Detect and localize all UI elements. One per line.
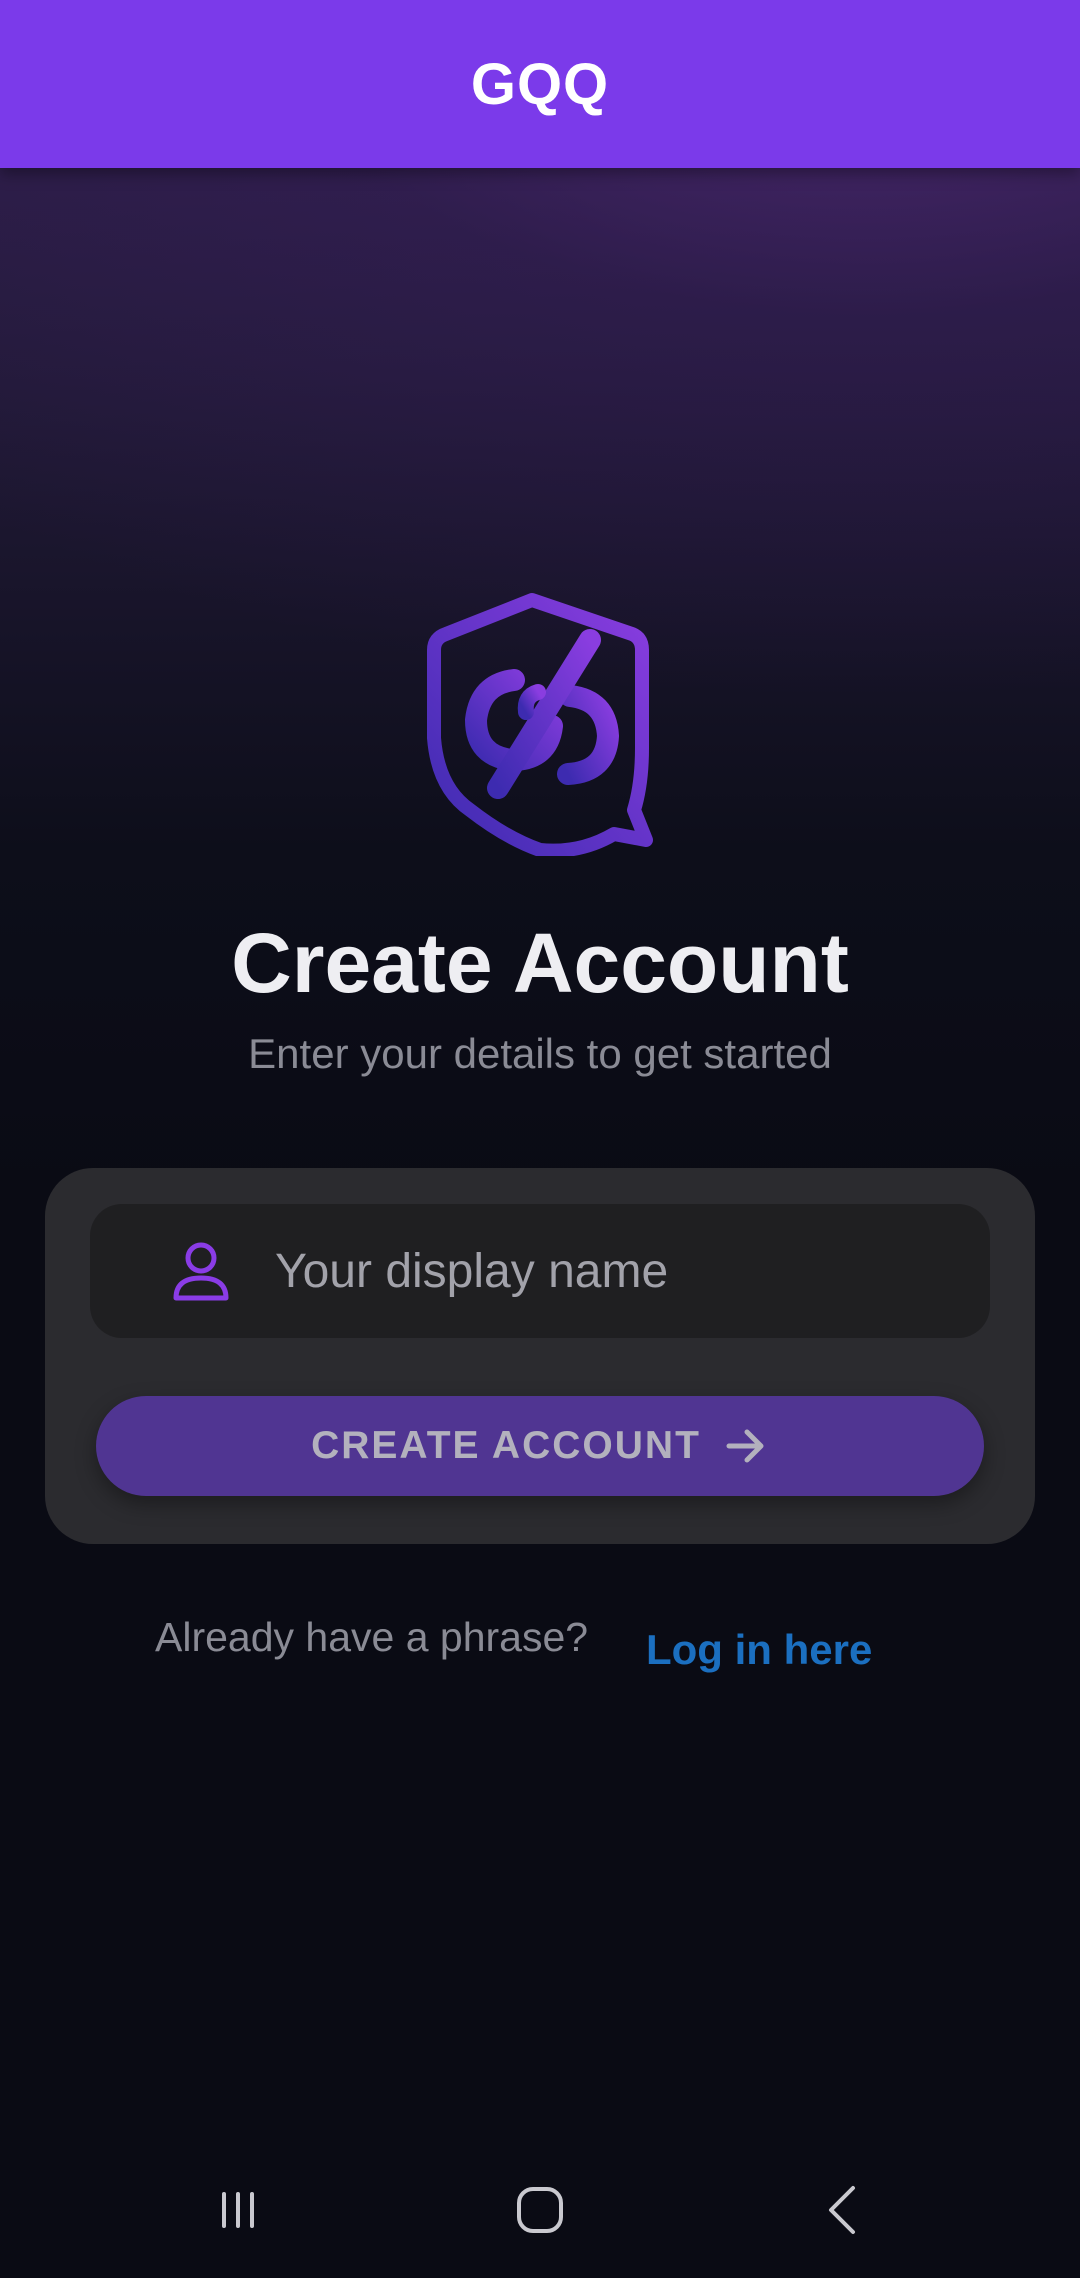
page-subtitle: Enter your details to get started <box>248 1030 832 1077</box>
recent-apps-icon <box>222 2192 254 2228</box>
create-account-button-label: CREATE ACCOUNT <box>311 1424 701 1467</box>
login-prompt-row: Already have a phrase? Log in here <box>0 1610 1080 1690</box>
app-title: GQQ <box>470 51 610 117</box>
create-account-card: CREATE ACCOUNT <box>45 1168 1035 1544</box>
page-title: Create Account <box>231 916 849 1010</box>
display-name-input[interactable] <box>275 1204 965 1338</box>
home-button[interactable] <box>480 2160 600 2260</box>
back-button[interactable] <box>783 2160 903 2260</box>
system-navigation-bar <box>0 2140 1080 2278</box>
back-icon <box>829 2186 855 2234</box>
arrow-right-icon <box>726 1429 764 1463</box>
screen: GQQ Create Account Enter your details to… <box>0 0 1080 2278</box>
person-icon <box>173 1242 229 1301</box>
login-link[interactable]: Log in here <box>646 1626 872 1674</box>
shield-chat-link-logo <box>427 593 653 856</box>
display-name-field[interactable] <box>90 1204 990 1338</box>
recent-apps-button[interactable] <box>178 2160 298 2260</box>
home-icon <box>517 2187 563 2233</box>
app-bar: GQQ <box>0 0 1080 168</box>
login-prompt-text: Already have a phrase? <box>155 1614 589 1660</box>
create-account-button[interactable]: CREATE ACCOUNT <box>96 1396 984 1496</box>
